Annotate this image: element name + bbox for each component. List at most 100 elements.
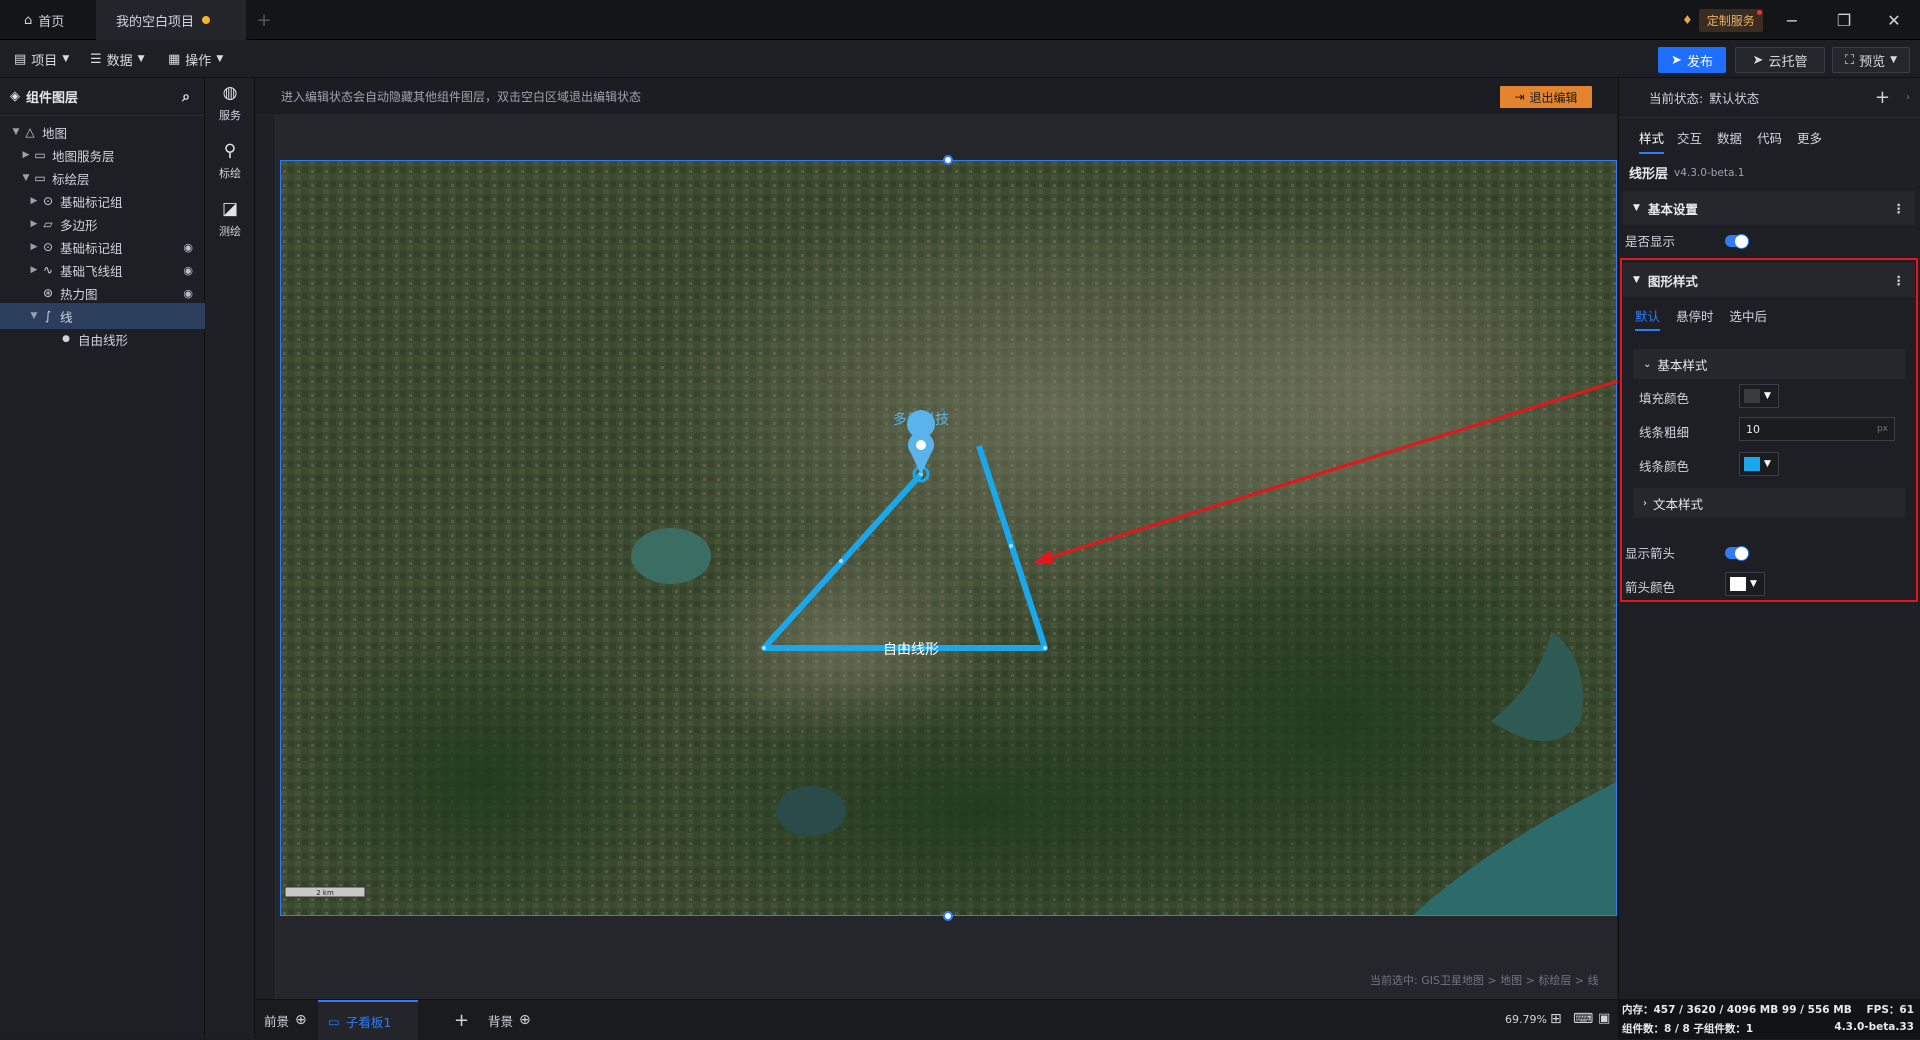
subpanel-label: 子看板1: [345, 1014, 392, 1030]
add-circle-icon[interactable]: ⊕: [295, 1012, 307, 1028]
tab-interaction[interactable]: 交互: [1677, 128, 1702, 147]
layer-panel: ◈ 组件图层 ⌕ ▼ △ 地图 ▶ ▭ 地图服务层 ▼ ▭ 标绘层 ▶ ⊙ 基础…: [0, 78, 205, 1039]
app-version: 4.3.0-beta.33: [1834, 1021, 1914, 1033]
tab-home[interactable]: ⌂ 首页: [14, 0, 94, 40]
tree-item-label: 标绘层: [52, 171, 90, 187]
tree-item-label: 线: [60, 309, 73, 325]
tree-item-label: 热力图: [60, 286, 98, 302]
tab-home-label: 首页: [38, 14, 65, 30]
tab-more[interactable]: 更多: [1797, 128, 1822, 147]
section-basic-settings[interactable]: ▼ 基本设置 ⋮: [1623, 191, 1915, 225]
resize-handle-top[interactable]: [943, 155, 953, 165]
data-menu[interactable]: ☰ 数据 ▼: [90, 49, 145, 69]
resize-handle-bottom[interactable]: [943, 911, 953, 921]
pin-icon: ⚲: [223, 141, 237, 161]
layer-panel-title: 组件图层: [26, 91, 79, 106]
visible-toggle[interactable]: [1725, 234, 1749, 249]
fit-screen-icon[interactable]: ⊞: [1550, 1011, 1562, 1027]
eye-hidden-icon[interactable]: ◉: [183, 287, 193, 300]
service-tool[interactable]: ◍ 服务: [205, 78, 255, 128]
tab-project-label: 我的空白项目: [116, 14, 195, 30]
background-label: 背景: [488, 1013, 514, 1029]
heatmap-icon: ⊛: [42, 286, 54, 300]
cloud-host-button[interactable]: ➤ 云托管: [1735, 47, 1825, 73]
tree-item-label: 多边形: [60, 217, 98, 233]
caret-right-icon[interactable]: ▶: [28, 265, 40, 275]
status-bar: 内存：457 / 3620 / 4096 MB 99 / 556 MB FPS：…: [1618, 999, 1920, 1039]
visible-label: 是否显示: [1625, 234, 1676, 249]
tree-item-label: 基础标记组: [60, 240, 123, 256]
folder-icon: ▭: [34, 171, 46, 185]
caret-down-icon[interactable]: ▼: [20, 173, 32, 183]
add-circle-icon[interactable]: ⊕: [519, 1012, 531, 1028]
tree-item-free-line[interactable]: ● 自由线形: [0, 326, 205, 352]
preview-label: 预览: [1859, 54, 1886, 70]
caret-down-icon[interactable]: ▼: [10, 127, 22, 137]
tree-item-label: 自由线形: [78, 332, 129, 348]
tab-style[interactable]: 样式: [1639, 128, 1665, 154]
diamond-icon: ♦: [1682, 13, 1693, 27]
eye-hidden-icon[interactable]: ◉: [183, 264, 193, 277]
ruler-icon: ◪: [221, 199, 239, 219]
new-tab-button[interactable]: +: [252, 0, 276, 40]
exit-edit-button[interactable]: ⇥ 退出编辑: [1500, 86, 1592, 108]
state-label: 当前状态:: [1649, 91, 1704, 106]
add-state-button[interactable]: +: [1875, 87, 1890, 108]
publish-label: 发布: [1686, 54, 1713, 70]
map-scale-label: 2 km: [316, 889, 334, 897]
foreground-tab[interactable]: 前景 ⊕: [264, 1000, 307, 1040]
section-title: 基本设置: [1647, 201, 1698, 217]
tree-item-label: 地图服务层: [52, 148, 115, 164]
close-button[interactable]: ✕: [1872, 0, 1916, 40]
project-menu[interactable]: ▤ 项目 ▼: [14, 49, 69, 69]
tab-code[interactable]: 代码: [1757, 128, 1782, 147]
tool-rail: ◍ 服务 ⚲ 标绘 ◪ 测绘: [205, 78, 255, 1039]
marker-icon: ⊙: [42, 240, 54, 254]
publish-button[interactable]: ➤ 发布: [1658, 47, 1726, 73]
measure-tool[interactable]: ◪ 测绘: [205, 194, 255, 244]
search-icon[interactable]: ⌕: [182, 89, 190, 105]
tab-project[interactable]: 我的空白项目: [96, 0, 246, 40]
caret-right-icon[interactable]: ▶: [28, 219, 40, 229]
more-vertical-icon[interactable]: ⋮: [1893, 201, 1906, 216]
database-icon: ☰: [90, 51, 102, 67]
measure-tool-label: 测绘: [219, 225, 241, 238]
plot-tool-label: 标绘: [219, 167, 241, 180]
add-subpanel-button[interactable]: +: [454, 1000, 469, 1040]
tab-subpanel-1[interactable]: ▭ 子看板1: [318, 1000, 418, 1040]
state-value[interactable]: 默认状态: [1709, 88, 1759, 107]
toolbar: ▤ 项目 ▼ ☰ 数据 ▼ ▦ 操作 ▼ ➤ 发布 ➤ 云托管 ⛶ 预览 ▼: [0, 40, 1920, 78]
caret-down-icon[interactable]: ▼: [28, 311, 40, 321]
chevron-down-icon: ▼: [216, 54, 224, 64]
send-icon: ➤: [1671, 52, 1682, 68]
preview-button[interactable]: ⛶ 预览 ▼: [1832, 47, 1910, 73]
location-pin-dot: [916, 440, 926, 450]
plot-tool[interactable]: ⚲ 标绘: [205, 136, 255, 186]
polygon-icon: ▱: [43, 217, 53, 231]
component-name: 线形层: [1629, 167, 1669, 182]
visible-row: 是否显示: [1625, 231, 1675, 250]
background-tab[interactable]: 背景 ⊕: [488, 1000, 531, 1040]
caret-right-icon[interactable]: ▶: [20, 150, 32, 160]
annotation-arrow: [1032, 379, 1619, 564]
minimize-button[interactable]: −: [1770, 0, 1814, 40]
keyboard-icon[interactable]: ⌨: [1573, 1011, 1593, 1027]
component-title: 线形层 v4.3.0-beta.1: [1629, 163, 1744, 183]
chevron-right-icon[interactable]: ›: [1906, 92, 1910, 103]
folder-icon: ▭: [34, 148, 46, 162]
eye-hidden-icon[interactable]: ◉: [183, 241, 193, 254]
fps-status: FPS：61: [1866, 1004, 1914, 1016]
zoom-level[interactable]: 69.79%: [1505, 1013, 1547, 1026]
foreground-label: 前景: [264, 1013, 290, 1029]
terminal-icon[interactable]: ▣: [1598, 1011, 1610, 1026]
caret-right-icon[interactable]: ▶: [28, 196, 40, 206]
exit-edit-label: 退出编辑: [1529, 90, 1578, 105]
tab-data[interactable]: 数据: [1717, 128, 1742, 147]
highlight-box: [1620, 258, 1918, 602]
cloud-host-label: 云托管: [1768, 54, 1808, 70]
restore-button[interactable]: ❐: [1822, 0, 1866, 40]
map-icon: △: [25, 125, 35, 139]
caret-right-icon[interactable]: ▶: [28, 242, 40, 252]
custom-service-button[interactable]: ♦ 定制服务: [1682, 8, 1763, 32]
operate-menu[interactable]: ▦ 操作 ▼: [168, 49, 223, 69]
